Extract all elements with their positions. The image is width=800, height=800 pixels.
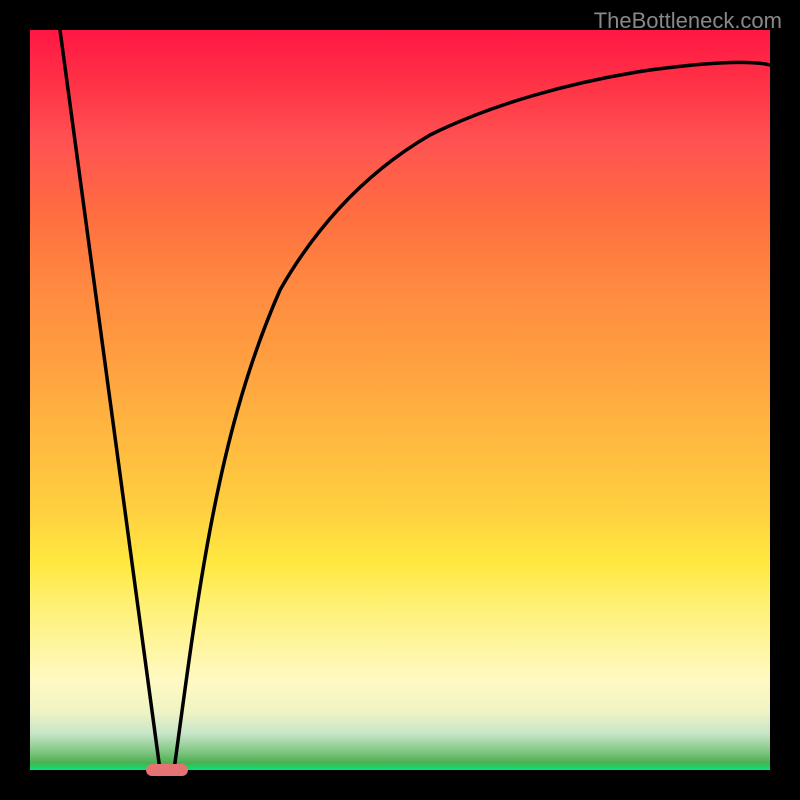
chart-curves <box>30 30 770 770</box>
chart-plot-area <box>30 30 770 770</box>
left-line-path <box>60 30 160 770</box>
watermark-text: TheBottleneck.com <box>594 8 782 34</box>
minimum-marker <box>146 764 188 776</box>
right-curve-path <box>174 62 770 770</box>
